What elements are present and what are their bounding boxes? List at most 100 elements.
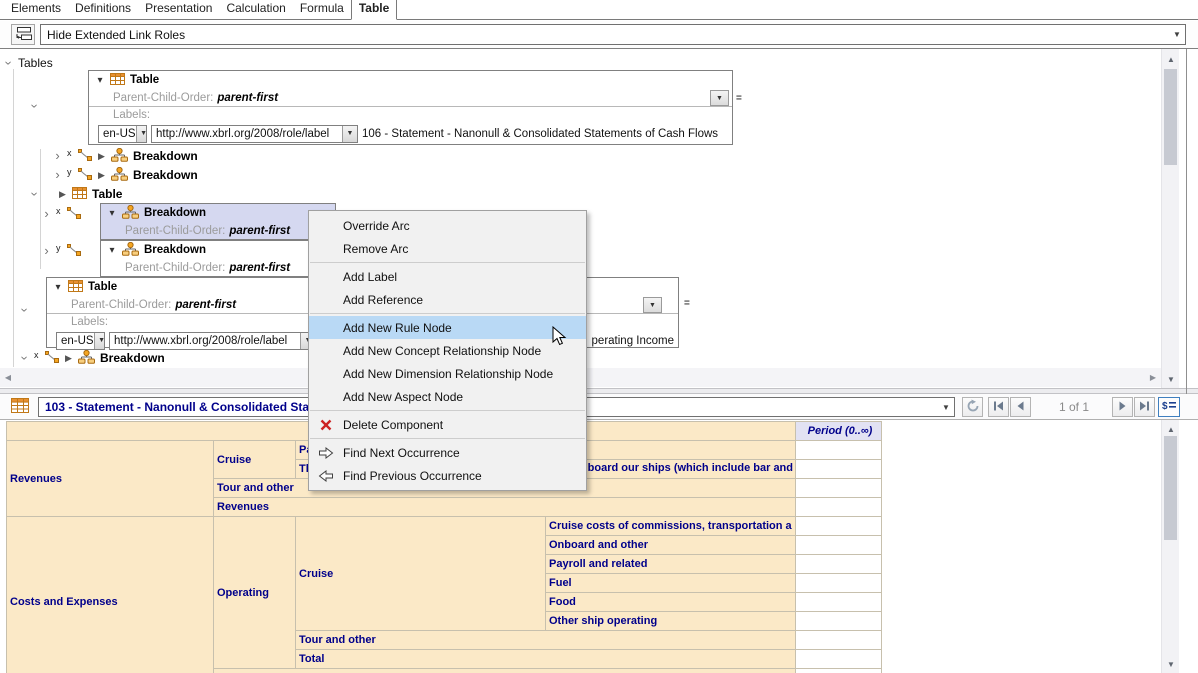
chevron-expanded-icon[interactable]: › xyxy=(30,190,40,199)
next-page-button[interactable] xyxy=(1112,397,1133,417)
row-header-leaf[interactable]: Food xyxy=(546,593,796,612)
chevron-expanded-icon[interactable]: › xyxy=(20,306,30,315)
tab-elements[interactable]: Elements xyxy=(4,0,68,19)
parameter-values-button[interactable]: $ xyxy=(1158,397,1180,417)
menu-item-remove-arc[interactable]: Remove Arc xyxy=(309,237,586,260)
data-cell[interactable] xyxy=(796,517,882,536)
collapse-triangle-icon[interactable]: ▾ xyxy=(107,208,117,219)
chevron-down-icon[interactable]: ▼ xyxy=(938,403,954,412)
data-cell[interactable] xyxy=(796,574,882,593)
row-header-cruise-costs[interactable]: Cruise xyxy=(296,517,546,631)
menu-item-delete-component[interactable]: Delete Component xyxy=(309,413,586,436)
row-header-total-costs[interactable]: Total xyxy=(296,650,796,669)
data-cell[interactable] xyxy=(796,669,882,673)
chevron-down-icon[interactable]: ▼ xyxy=(136,126,147,142)
tree-vertical-scrollbar[interactable]: ▲ ▼ xyxy=(1161,49,1179,389)
row-header-costs[interactable]: Costs and Expenses xyxy=(7,517,214,673)
tree-node-breakdown-x2-prefix[interactable]: › x xyxy=(42,205,81,223)
chevron-down-icon[interactable]: ▼ xyxy=(342,126,357,142)
tree-node-breakdown-y2[interactable]: ▾ Breakdown Parent-Child-Order: parent-f… xyxy=(100,240,336,277)
data-cell[interactable] xyxy=(796,536,882,555)
chevron-down-icon[interactable]: ▼ xyxy=(643,297,662,313)
scroll-down-icon[interactable]: ▼ xyxy=(1162,656,1180,672)
extended-link-roles-button[interactable] xyxy=(11,24,35,45)
chevron-collapsed-icon[interactable]: › xyxy=(53,170,62,180)
label-language-combo[interactable]: en-US ▼ xyxy=(56,332,105,350)
scroll-down-icon[interactable]: ▼ xyxy=(1162,371,1180,387)
collapse-triangle-icon[interactable]: ▾ xyxy=(95,75,105,86)
tree-node-breakdown-y[interactable]: › y ▶ Breakdown xyxy=(53,166,198,184)
resize-handle-icon[interactable]: = xyxy=(736,93,742,104)
row-header-leaf[interactable]: Cruise costs of commissions, transportat… xyxy=(546,517,796,536)
expand-triangle-icon[interactable]: ▶ xyxy=(97,170,106,181)
data-cell[interactable] xyxy=(796,631,882,650)
row-header-leaf[interactable]: Payroll and related xyxy=(546,555,796,574)
row-header-tour-costs[interactable]: Tour and other xyxy=(296,631,796,650)
data-cell[interactable] xyxy=(796,593,882,612)
chevron-collapsed-icon[interactable]: › xyxy=(42,246,51,256)
chevron-down-icon[interactable]: ▼ xyxy=(94,333,105,349)
chevron-down-icon[interactable]: ▼ xyxy=(710,90,729,106)
menu-item-add-new-aspect-node[interactable]: Add New Aspect Node xyxy=(309,385,586,408)
table-label-text[interactable]: 106 - Statement - Nanonull & Consolidate… xyxy=(362,128,718,140)
expand-triangle-icon[interactable]: ▶ xyxy=(58,189,67,200)
data-cell[interactable] xyxy=(796,555,882,574)
menu-item-add-new-rule-node[interactable]: Add New Rule Node xyxy=(309,316,586,339)
row-header-leaf[interactable]: Fuel xyxy=(546,574,796,593)
tree-root-tables[interactable]: › Tables xyxy=(4,54,53,72)
scroll-left-icon[interactable]: ◀ xyxy=(0,368,16,387)
menu-item-override-arc[interactable]: Override Arc xyxy=(309,214,586,237)
label-role-combo[interactable]: http://www.xbrl.org/2008/role/label ▼ xyxy=(109,332,316,350)
tab-presentation[interactable]: Presentation xyxy=(138,0,219,19)
chevron-expanded-icon[interactable]: › xyxy=(4,59,14,68)
chevron-expanded-icon[interactable]: › xyxy=(30,102,40,111)
chevron-collapsed-icon[interactable]: › xyxy=(42,209,51,219)
tree-node-breakdown-selected[interactable]: ▾ Breakdown Parent-Child-Order: parent-f… xyxy=(100,203,336,240)
tree-node-breakdown-y2-prefix[interactable]: › y xyxy=(42,242,81,260)
collapse-triangle-icon[interactable]: ▾ xyxy=(53,282,63,293)
resize-handle-icon[interactable]: = xyxy=(684,298,690,309)
chevron-down-icon[interactable]: ▼ xyxy=(1169,30,1185,39)
row-header-leaf[interactable]: Onboard and other xyxy=(546,536,796,555)
period-column-header[interactable]: Period (0..∞) xyxy=(796,422,882,441)
refresh-button[interactable] xyxy=(962,397,983,417)
tab-formula[interactable]: Formula xyxy=(293,0,351,19)
chevron-collapsed-icon[interactable]: › xyxy=(53,151,62,161)
scrollbar-thumb[interactable] xyxy=(1164,436,1177,540)
data-cell[interactable] xyxy=(796,479,882,498)
tab-calculation[interactable]: Calculation xyxy=(219,0,292,19)
table-vertical-scrollbar[interactable]: ▲ ▼ xyxy=(1161,420,1179,673)
collapse-triangle-icon[interactable]: ▾ xyxy=(107,245,117,256)
row-header-cruise[interactable]: Cruise xyxy=(214,441,296,479)
menu-item-add-new-dimension-relationship-node[interactable]: Add New Dimension Relationship Node xyxy=(309,362,586,385)
data-cell[interactable] xyxy=(796,460,882,479)
menu-item-find-next-occurrence[interactable]: Find Next Occurrence xyxy=(309,441,586,464)
first-page-button[interactable] xyxy=(988,397,1009,417)
link-roles-combo[interactable]: Hide Extended Link Roles ▼ xyxy=(40,24,1186,45)
previous-page-button[interactable] xyxy=(1010,397,1031,417)
tab-table[interactable]: Table xyxy=(351,0,397,20)
row-header-revenues[interactable]: Revenues xyxy=(7,441,214,517)
scrollbar-thumb[interactable] xyxy=(1164,69,1177,165)
menu-item-find-previous-occurrence[interactable]: Find Previous Occurrence xyxy=(309,464,586,487)
scroll-up-icon[interactable]: ▲ xyxy=(1162,51,1180,67)
label-language-combo[interactable]: en-US ▼ xyxy=(98,125,147,143)
table-label-text-fragment[interactable]: perating Income xyxy=(592,335,674,347)
row-header-revenues-total[interactable]: Revenues xyxy=(214,498,796,517)
expand-triangle-icon[interactable]: ▶ xyxy=(97,151,106,162)
tree-node-table-2[interactable]: › ▶ Table xyxy=(30,185,122,203)
scroll-right-icon[interactable]: ▶ xyxy=(1145,368,1161,387)
data-cell[interactable] xyxy=(796,612,882,631)
data-cell[interactable] xyxy=(796,650,882,669)
tree-node-breakdown-x3[interactable]: › x ▶ Breakdown xyxy=(20,349,165,367)
tree-node-breakdown-x[interactable]: › x ▶ Breakdown xyxy=(53,147,198,165)
row-header-leaf[interactable]: Other ship operating xyxy=(546,612,796,631)
tree-node-table-1[interactable]: ▾ Table Parent-Child-Order: parent-first… xyxy=(88,70,733,145)
menu-item-add-reference[interactable]: Add Reference xyxy=(309,288,586,311)
scroll-up-icon[interactable]: ▲ xyxy=(1162,421,1180,437)
tab-definitions[interactable]: Definitions xyxy=(68,0,138,19)
expand-triangle-icon[interactable]: ▶ xyxy=(64,353,73,364)
data-cell[interactable] xyxy=(796,441,882,460)
chevron-expanded-icon[interactable]: › xyxy=(20,354,30,363)
row-header-operating[interactable]: Operating xyxy=(214,517,296,669)
